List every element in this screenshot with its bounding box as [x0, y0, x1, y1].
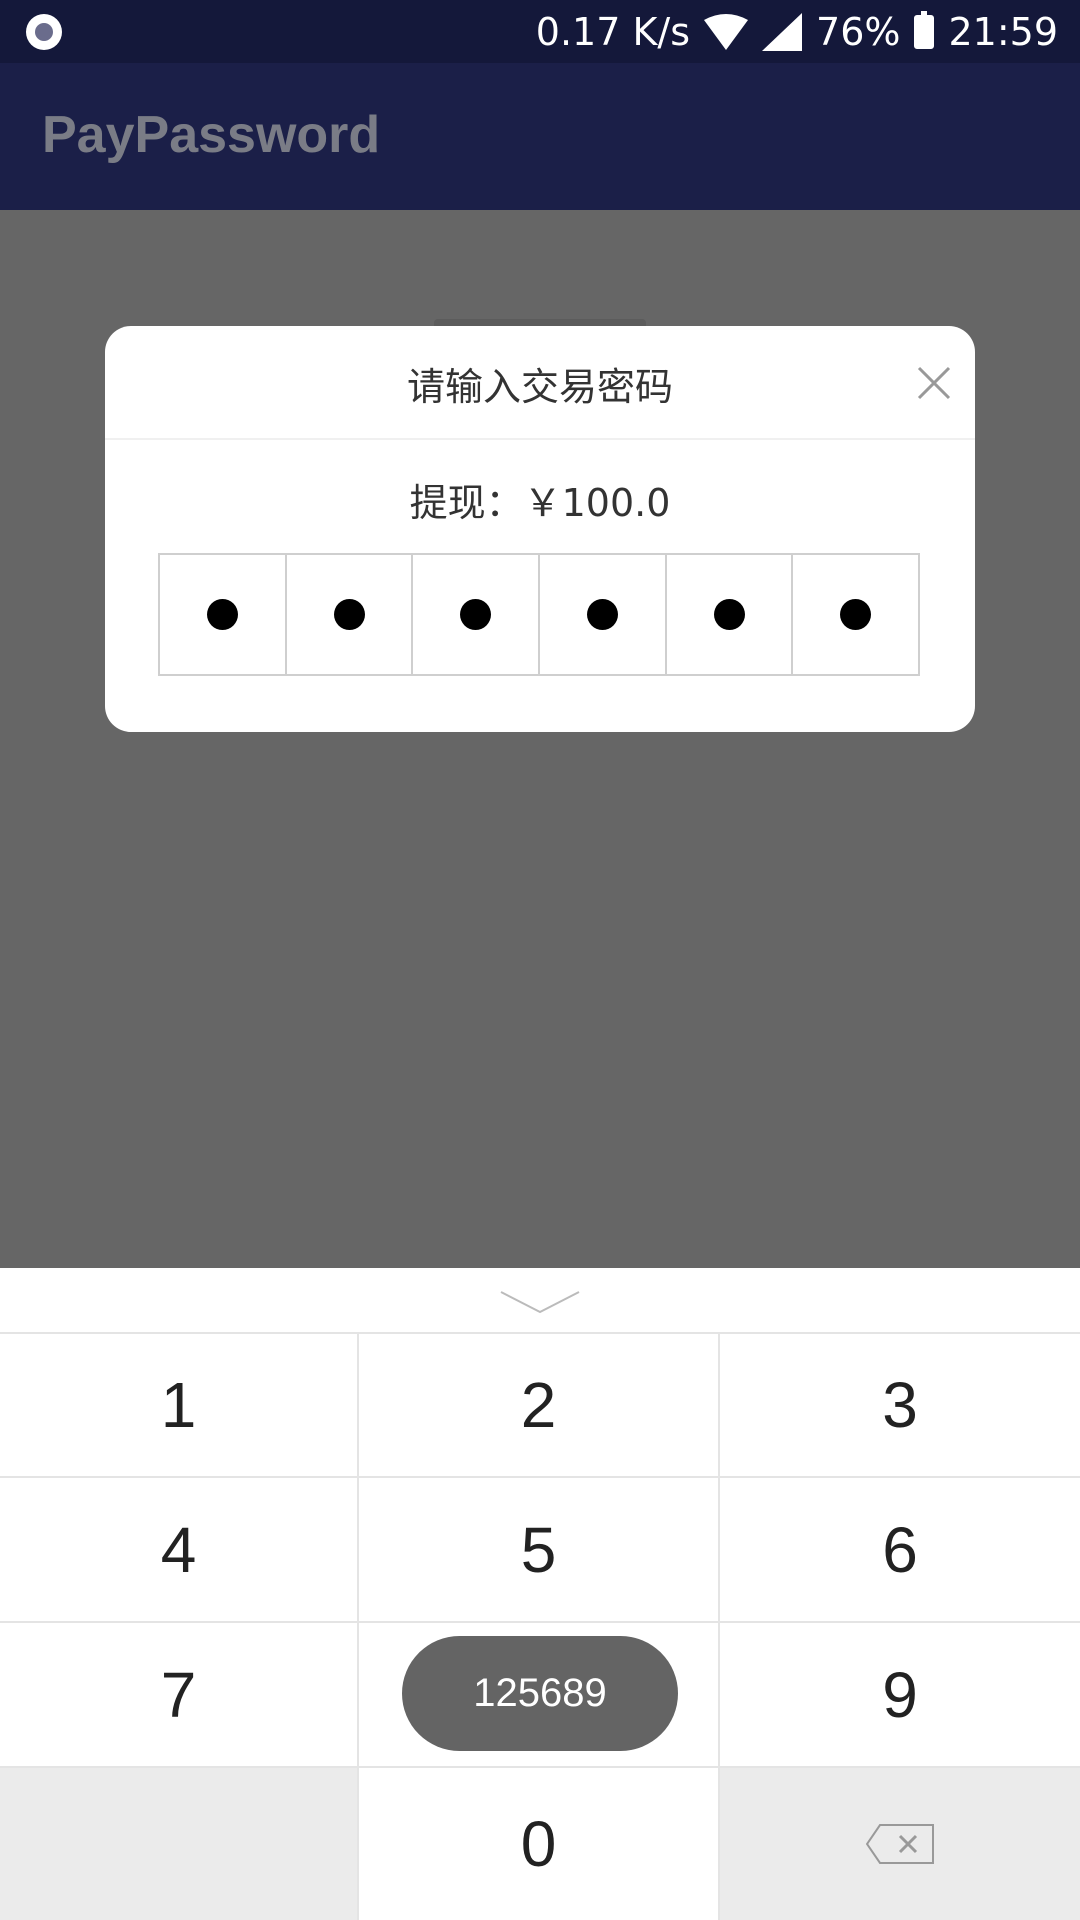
key-1[interactable]: 1: [0, 1334, 359, 1478]
status-bar: 0.17 K/s 76% 21:59: [0, 0, 1080, 63]
key-4[interactable]: 4: [0, 1478, 359, 1623]
signal-icon: [762, 12, 803, 51]
close-icon[interactable]: [917, 366, 951, 400]
chevron-down-icon[interactable]: [500, 1290, 580, 1314]
net-speed: 0.17 K/s: [535, 9, 691, 54]
toast-message: 125689: [402, 1636, 678, 1751]
password-cell: [287, 555, 414, 674]
app-title: PayPassword: [42, 106, 381, 164]
key-3[interactable]: 3: [720, 1334, 1080, 1478]
password-cell: [540, 555, 667, 674]
record-icon: [26, 14, 62, 50]
battery-level: 76%: [816, 9, 901, 54]
password-dot: [840, 599, 872, 630]
backspace-icon: [866, 1824, 934, 1864]
password-cell: [793, 555, 918, 674]
password-dot: [333, 599, 365, 630]
withdraw-amount: 提现：￥100.0: [409, 481, 671, 525]
app-bar: PayPassword: [0, 63, 1080, 210]
password-cell: [667, 555, 794, 674]
password-input[interactable]: [158, 553, 920, 676]
number-keyboard: 1 2 3 4 5 6 7 8 9 0: [0, 1268, 1080, 1920]
wifi-icon: [704, 13, 749, 50]
key-5[interactable]: 5: [359, 1478, 720, 1623]
key-7[interactable]: 7: [0, 1623, 359, 1768]
clock: 21:59: [948, 9, 1058, 54]
battery-icon: [914, 10, 935, 49]
key-blank: [0, 1768, 359, 1920]
password-dot: [460, 599, 492, 630]
password-cell: [160, 555, 287, 674]
keyboard-collapse-handle[interactable]: [0, 1268, 1080, 1334]
keypad-grid: 1 2 3 4 5 6 7 8 9 0: [0, 1334, 1080, 1920]
key-6[interactable]: 6: [720, 1478, 1080, 1623]
password-cell: [413, 555, 541, 674]
password-dot: [206, 599, 238, 630]
key-backspace[interactable]: [720, 1768, 1080, 1920]
key-2[interactable]: 2: [359, 1334, 720, 1478]
password-dot: [586, 599, 618, 630]
key-9[interactable]: 9: [720, 1623, 1080, 1768]
password-dialog: 请输入交易密码 提现：￥100.0: [105, 326, 975, 732]
dialog-divider: [105, 438, 975, 440]
key-0[interactable]: 0: [359, 1768, 720, 1920]
password-dot: [713, 599, 745, 630]
dialog-title: 请输入交易密码: [406, 365, 673, 409]
